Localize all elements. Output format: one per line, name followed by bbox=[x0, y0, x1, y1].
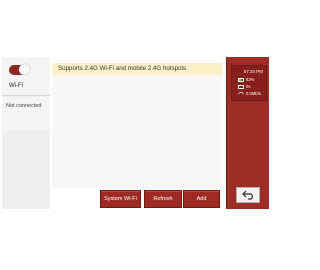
add-button[interactable]: Add bbox=[183, 190, 220, 208]
wifi-icon bbox=[238, 91, 244, 96]
wifi-label: Wi-Fi bbox=[9, 83, 23, 89]
network-list-area: Supports 2.4G Wi-Fi and mobile 2.4G hots… bbox=[52, 63, 222, 188]
back-arrow-icon bbox=[242, 190, 253, 200]
battery-icon bbox=[238, 77, 244, 82]
wifi-speed-row: 0.0Mb/s bbox=[238, 91, 261, 96]
battery-row: 63% bbox=[238, 77, 254, 82]
wifi-status-text: Not connected bbox=[6, 103, 42, 109]
screen: Wi-Fi Not connected Supports 2.4G Wi-Fi … bbox=[0, 55, 270, 212]
notice-text: Supports 2.4G Wi-Fi and mobile 2.4G hots… bbox=[58, 65, 187, 72]
left-panel: Wi-Fi Not connected bbox=[2, 57, 50, 209]
battery-text: 63% bbox=[246, 77, 255, 82]
wifi-status-card: Not connected bbox=[2, 97, 50, 131]
system-wifi-button[interactable]: System Wi-Fi bbox=[100, 190, 141, 208]
status-row: 0s bbox=[238, 84, 250, 89]
wifi-toggle-card[interactable]: Wi-Fi bbox=[2, 57, 50, 96]
status-box: 07:34 PM 63% 0s 0.0Mb/s bbox=[231, 65, 267, 101]
status-row-icon bbox=[238, 84, 244, 89]
side-panel: 07:34 PM 63% 0s 0.0Mb/s bbox=[226, 57, 269, 209]
wifi-speed-text: 0.0Mb/s bbox=[246, 91, 261, 96]
time-text: 07:34 PM bbox=[243, 69, 263, 74]
toggle-knob bbox=[19, 64, 30, 75]
wifi-toggle[interactable] bbox=[9, 64, 30, 75]
status-row-text: 0s bbox=[246, 84, 251, 89]
refresh-button[interactable]: Refresh bbox=[144, 190, 182, 208]
notice-banner: Supports 2.4G Wi-Fi and mobile 2.4G hots… bbox=[52, 63, 222, 75]
back-button[interactable] bbox=[236, 187, 260, 203]
